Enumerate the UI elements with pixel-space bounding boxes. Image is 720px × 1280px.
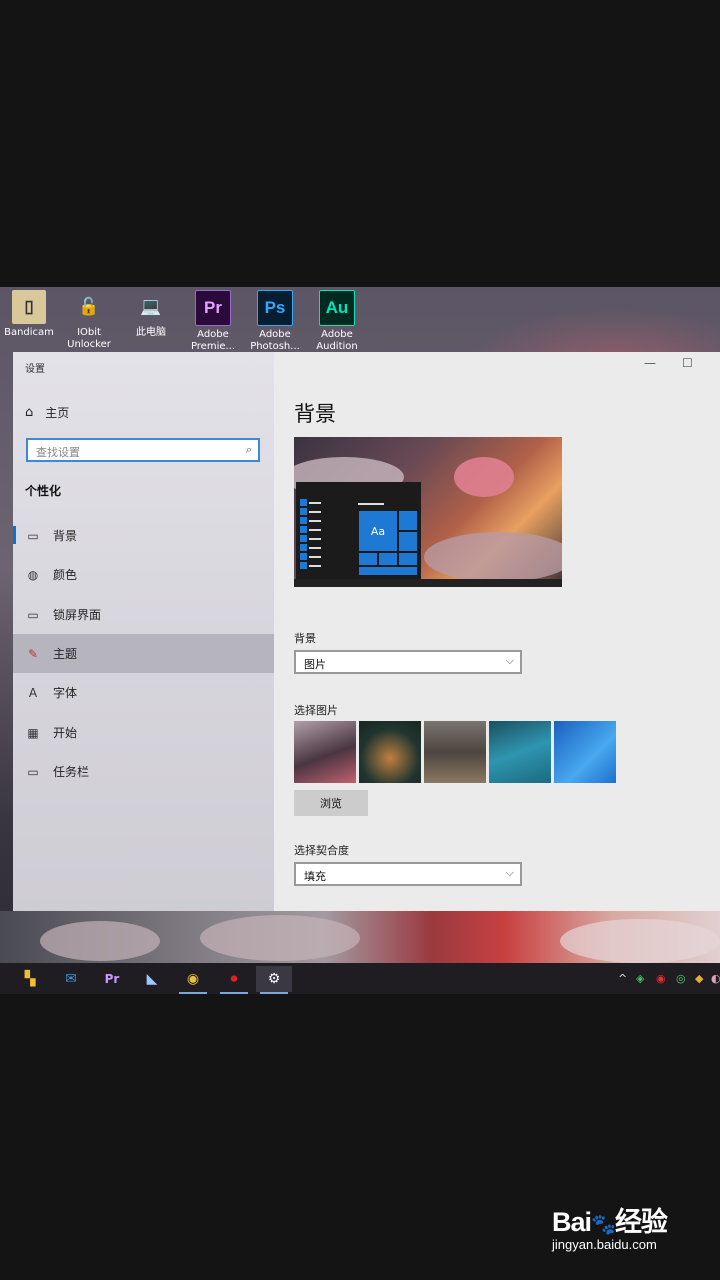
font-icon: A [28,685,38,700]
premiere-taskbar-icon[interactable]: Pr [94,966,130,992]
premiere-icon: Pr [195,290,231,326]
search-icon[interactable]: ⌕ [246,443,252,457]
taskbar-icon: ▭ [27,764,39,779]
search-input[interactable]: 查找设置 ⌕ [26,438,260,462]
sidebar-item-label: 开始 [53,726,78,740]
start-icon[interactable]: ▚ [12,966,48,992]
baidu-jingyan-watermark: Bai🐾经验 jingyan.baidu.com [552,1200,712,1252]
dropdown-value: 填充 [304,870,326,883]
desktop: ▯ Bandicam 🔓 IObit Unlocker 💻 此电脑 Pr Ado… [0,287,720,994]
fit-dropdown[interactable]: 填充 ⌵ [294,862,522,886]
maximize-button[interactable]: ☐ [682,356,693,370]
palette-icon: ◍ [27,567,39,582]
section-title: 个性化 [25,484,62,498]
desktop-icon-photoshop[interactable]: Ps Adobe Photosh... [246,290,304,353]
picture-thumb-1[interactable] [294,721,356,783]
lock-screen-icon: ▭ [27,607,39,622]
choose-fit-label: 选择契合度 [294,844,349,857]
sidebar-item-taskbar[interactable]: ▭ 任务栏 [13,752,274,791]
dropdown-value: 图片 [304,658,326,671]
tray-record-icon[interactable]: ◉ [656,972,666,985]
desktop-mockup: Aa [296,482,421,579]
home-icon: ⌂ [25,405,34,420]
tray-wechat-icon[interactable]: ◎ [676,972,686,985]
choose-picture-label: 选择图片 [294,704,338,717]
home-link[interactable]: ⌂ 主页 [25,404,69,421]
background-type-label: 背景 [294,632,316,645]
start-menu-icon: ▦ [27,725,39,740]
home-label: 主页 [45,406,70,420]
brush-icon: ✎ [27,646,39,661]
sidebar-item-colors[interactable]: ◍ 颜色 [13,555,274,594]
chevron-down-icon: ⌵ [505,866,514,879]
picture-thumb-5[interactable] [554,721,616,783]
tree-canopy [454,457,514,497]
desktop-icon-this-pc[interactable]: 💻 此电脑 [122,290,180,339]
sidebar-item-lock-screen[interactable]: ▭ 锁屏界面 [13,595,274,634]
browse-button[interactable]: 浏览 [294,790,368,816]
background-type-dropdown[interactable]: 图片 ⌵ [294,650,522,674]
mail-icon[interactable]: ✉ [53,966,89,992]
chevron-down-icon: ⌵ [505,654,514,667]
tray-colorful-icon[interactable]: ◆ [695,972,703,985]
picture-icon: ▭ [27,528,39,543]
sidebar-item-label: 主题 [53,647,78,661]
window-title: 设置 [25,364,45,375]
paw-icon: 🐾 [591,1214,616,1236]
desktop-icon-bandicam[interactable]: ▯ Bandicam [0,290,58,339]
sidebar-item-themes[interactable]: ✎ 主题 [13,634,274,673]
feishu-icon[interactable]: ◣ [134,966,170,992]
wallpaper-strip [0,911,720,963]
sidebar-item-label: 任务栏 [53,765,90,779]
picture-thumb-3[interactable] [424,721,486,783]
chrome-icon[interactable]: ◉ [175,966,211,994]
sidebar-item-start[interactable]: ▦ 开始 [13,713,274,752]
page-title: 背景 [294,402,336,426]
audition-icon: Au [319,290,355,326]
sidebar-item-background[interactable]: ▭ 背景 [13,516,274,555]
record-icon[interactable]: ⏺ [216,966,252,994]
background-preview: Aa [294,437,562,587]
preview-tile: Aa [358,510,398,552]
settings-content: — ☐ 背景 Aa 背景 图片 ⌵ 选择图片 浏览 选择契合度 填充 ⌵ [274,352,720,911]
sidebar-item-fonts[interactable]: A 字体 [13,673,274,712]
settings-sidebar: 设置 ⌂ 主页 查找设置 ⌕ 个性化 ▭ 背景 ◍ 颜色 ▭ 锁屏界面 ✎ 主题… [13,352,274,911]
sidebar-item-label: 字体 [53,686,78,700]
desktop-icon-iobit[interactable]: 🔓 IObit Unlocker [60,290,118,351]
unlock-icon: 🔓 [78,297,100,316]
watermark-logo: Bai🐾经验 [552,1207,668,1237]
settings-gear-icon[interactable]: ⚙ [256,966,292,994]
minimize-button[interactable]: — [644,356,656,370]
search-placeholder: 查找设置 [36,446,80,459]
sidebar-item-label: 背景 [53,529,78,543]
tray-overflow-icon[interactable]: ^ [618,972,627,985]
tray-misc-icon[interactable]: ◐ [711,972,720,985]
taskbar: ▚ ✉ Pr ◣ ◉ ⏺ ⚙ ^ ◈ ◉ ◎ ◆ ◐ [0,963,720,994]
picture-thumb-2[interactable] [359,721,421,783]
tray-app-icon[interactable]: ◈ [636,972,644,985]
settings-window: 设置 ⌂ 主页 查找设置 ⌕ 个性化 ▭ 背景 ◍ 颜色 ▭ 锁屏界面 ✎ 主题… [13,352,720,911]
watermark-url: jingyan.baidu.com [552,1237,657,1252]
desktop-icon-audition[interactable]: Au Adobe Audition [308,290,366,353]
desktop-icon-premiere[interactable]: Pr Adobe Premie... [184,290,242,353]
bandicam-icon: ▯ [12,290,46,324]
photoshop-icon: Ps [257,290,293,326]
sidebar-item-label: 锁屏界面 [53,608,102,622]
sidebar-item-label: 颜色 [53,568,78,582]
picture-thumb-4[interactable] [489,721,551,783]
computer-icon: 💻 [140,297,162,316]
